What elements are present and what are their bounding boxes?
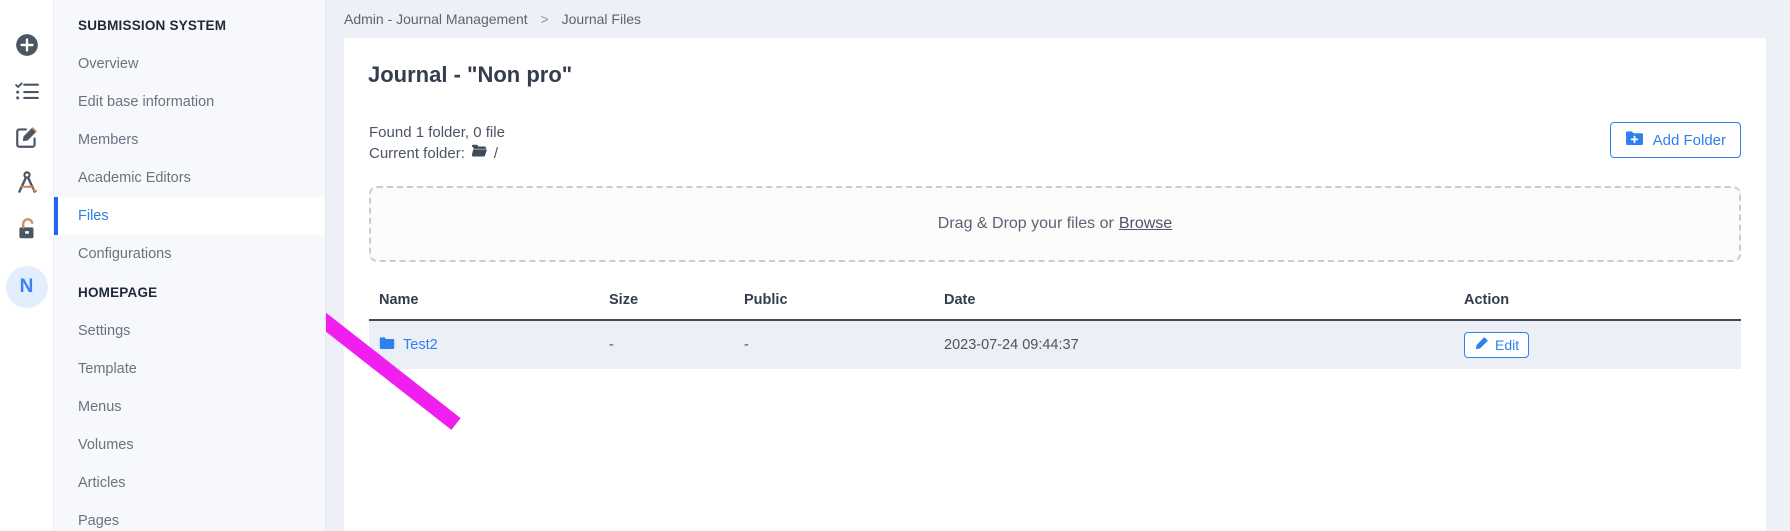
add-folder-label: Add Folder xyxy=(1652,131,1726,149)
sidebar-section-submission-system: SUBMISSION SYSTEM xyxy=(78,18,227,33)
folder-open-icon xyxy=(471,143,488,164)
cell-size: - xyxy=(609,320,744,369)
sidebar: SUBMISSION SYSTEM Overview Edit base inf… xyxy=(54,0,326,531)
journal-files-card: Journal - "Non pro" Found 1 folder, 0 fi… xyxy=(344,38,1766,531)
files-table-head: Name Size Public Date Action xyxy=(369,292,1741,321)
column-header-public: Public xyxy=(744,292,944,321)
found-count-text: Found 1 folder, 0 file xyxy=(369,124,505,141)
sidebar-item-members[interactable]: Members xyxy=(54,121,325,159)
folder-icon xyxy=(379,336,395,354)
current-folder-line: Current folder: / xyxy=(369,143,505,164)
sidebar-item-pages[interactable]: Pages xyxy=(54,502,325,531)
sidebar-item-articles[interactable]: Articles xyxy=(54,464,325,502)
cell-public: - xyxy=(744,320,944,369)
files-info-row: Found 1 folder, 0 file Current folder: / xyxy=(369,122,1741,164)
column-header-action: Action xyxy=(1464,292,1741,321)
column-header-date: Date xyxy=(944,292,1464,321)
sidebar-item-settings[interactable]: Settings xyxy=(54,312,325,350)
sidebar-item-configurations[interactable]: Configurations xyxy=(54,235,325,273)
add-folder-button[interactable]: Add Folder xyxy=(1609,122,1741,158)
folder-plus-icon xyxy=(1625,130,1644,150)
sidebar-item-overview[interactable]: Overview xyxy=(54,45,325,83)
files-panel: Found 1 folder, 0 file Current folder: / xyxy=(344,88,1766,369)
table-header-row: Name Size Public Date Action xyxy=(369,292,1741,321)
avatar[interactable]: N xyxy=(5,266,48,308)
sidebar-item-volumes[interactable]: Volumes xyxy=(54,426,325,464)
table-row: Test2 - - 2023-07-24 09:44:37 Edit xyxy=(369,320,1741,369)
folder-name-label: Test2 xyxy=(403,337,438,353)
edit-square-icon[interactable] xyxy=(12,122,42,152)
folder-link-test2[interactable]: Test2 xyxy=(379,336,438,354)
icon-rail: N xyxy=(0,0,54,531)
cell-action: Edit xyxy=(1464,320,1741,369)
cell-name: Test2 xyxy=(369,320,609,369)
sidebar-item-template[interactable]: Template xyxy=(54,350,325,388)
breadcrumb-root[interactable]: Admin - Journal Management xyxy=(344,11,528,27)
checklist-icon[interactable] xyxy=(12,76,42,106)
sidebar-section-homepage: HOMEPAGE xyxy=(78,285,158,300)
sidebar-item-menus[interactable]: Menus xyxy=(54,388,325,426)
folder-info: Found 1 folder, 0 file Current folder: / xyxy=(369,122,505,164)
sidebar-item-edit-base-information[interactable]: Edit base information xyxy=(54,83,325,121)
column-header-size: Size xyxy=(609,292,744,321)
current-folder-label: Current folder: xyxy=(369,145,465,162)
breadcrumb-separator: > xyxy=(540,11,549,27)
page-title: Journal - "Non pro" xyxy=(368,62,573,87)
sidebar-item-files[interactable]: Files xyxy=(54,197,325,235)
edit-button[interactable]: Edit xyxy=(1464,332,1530,358)
app-root: N SUBMISSION SYSTEM Overview Edit base i… xyxy=(0,0,1790,531)
current-folder-path: / xyxy=(493,145,499,162)
add-circle-icon[interactable] xyxy=(12,30,42,60)
edit-button-label: Edit xyxy=(1495,337,1520,353)
files-table: Name Size Public Date Action Test2 - - 2… xyxy=(369,292,1741,369)
compass-icon[interactable] xyxy=(12,168,42,198)
breadcrumb: Admin - Journal Management > Journal Fil… xyxy=(326,0,1766,38)
unlock-icon[interactable] xyxy=(12,214,42,244)
column-header-name: Name xyxy=(369,292,609,321)
sidebar-item-academic-editors[interactable]: Academic Editors xyxy=(54,159,325,197)
files-table-body: Test2 - - 2023-07-24 09:44:37 Edit xyxy=(369,320,1741,369)
browse-link[interactable]: Browse xyxy=(1119,215,1172,233)
cell-date: 2023-07-24 09:44:37 xyxy=(944,320,1464,369)
file-dropzone[interactable]: Drag & Drop your files or Browse xyxy=(369,186,1741,262)
content-area: Admin - Journal Management > Journal Fil… xyxy=(326,0,1790,531)
pencil-icon xyxy=(1474,336,1489,354)
dropzone-text: Drag & Drop your files or xyxy=(937,215,1114,232)
breadcrumb-current[interactable]: Journal Files xyxy=(562,11,641,27)
